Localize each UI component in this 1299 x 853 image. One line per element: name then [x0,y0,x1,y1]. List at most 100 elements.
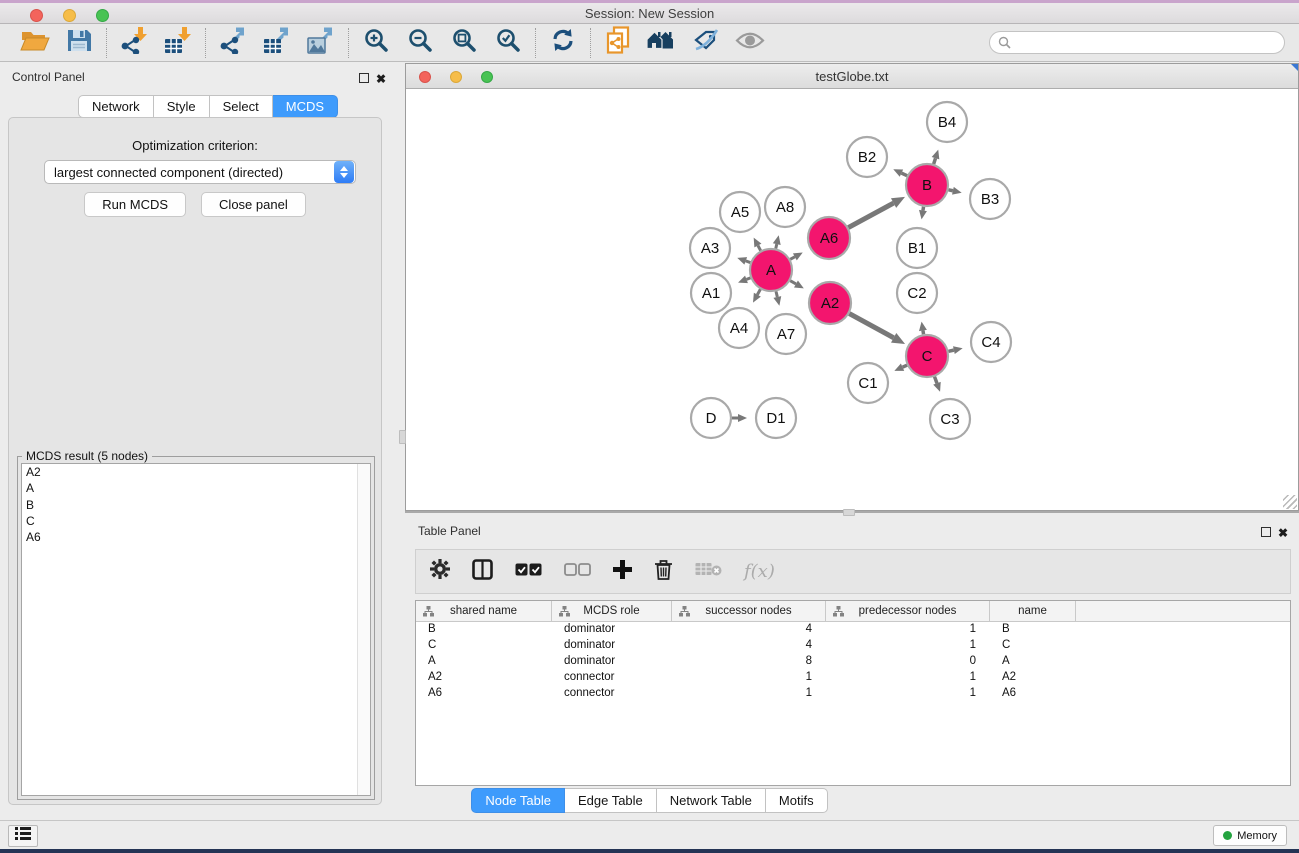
column-header-successor-nodes[interactable]: successor nodes [672,601,826,621]
function-builder-icon[interactable]: f(x) [744,561,775,582]
graph-edge-A-A3[interactable] [746,261,751,263]
table-cell[interactable]: 1 [826,686,990,702]
zoom-window-button[interactable] [96,9,109,22]
save-session-button[interactable] [60,27,98,59]
tab-node-table[interactable]: Node Table [471,788,565,813]
graph-edge-A-A1[interactable] [746,278,750,280]
table-panel-float-icon[interactable] [1261,527,1271,537]
delete-column-trash-icon[interactable] [654,559,673,585]
graph-edge-A6-B[interactable] [848,203,893,227]
table-cell[interactable]: C [416,638,552,654]
column-header-MCDS-role[interactable]: MCDS role [552,601,672,621]
tab-edge-table[interactable]: Edge Table [565,788,657,813]
result-item[interactable]: A6 [22,529,370,545]
table-cell[interactable]: A2 [416,670,552,686]
table-cell[interactable]: 1 [826,622,990,638]
table-header-row[interactable]: shared nameMCDS rolesuccessor nodesprede… [416,601,1290,622]
tab-select[interactable]: Select [210,95,273,118]
zoom-in-button[interactable] [357,27,395,59]
control-panel-float-icon[interactable] [359,73,369,83]
graph-edge-A-A2[interactable] [790,281,796,284]
export-image-button[interactable] [302,27,340,59]
show-graphics-details-button[interactable] [731,27,769,59]
import-network-button[interactable] [115,27,153,59]
add-column-icon[interactable] [613,560,632,584]
result-item[interactable]: C [22,513,370,529]
control-panel-close-icon[interactable]: ✖ [376,74,386,84]
table-cell[interactable]: dominator [552,654,672,670]
settings-gear-icon[interactable] [430,559,450,584]
table-cell[interactable]: A2 [990,670,1076,686]
table-cell[interactable]: C [990,638,1076,654]
result-item[interactable]: A2 [22,464,370,480]
task-history-button[interactable] [8,825,38,847]
divider-grip-vertical[interactable] [399,430,406,444]
table-cell[interactable]: 1 [826,638,990,654]
tab-mcds[interactable]: MCDS [273,95,338,118]
table-cell[interactable]: B [990,622,1076,638]
resize-grip-icon[interactable] [1283,495,1297,509]
memory-button[interactable]: Memory [1213,825,1287,846]
table-cell[interactable]: 8 [672,654,826,670]
close-panel-button[interactable]: Close panel [201,192,306,217]
import-table-button[interactable] [159,27,197,59]
table-cell[interactable]: connector [552,686,672,702]
tab-style[interactable]: Style [154,95,210,118]
graph-edge-B-B1[interactable] [923,207,924,211]
result-scrollbar[interactable] [357,464,370,795]
export-network-button[interactable] [214,27,252,59]
duplicate-network-button[interactable] [599,27,637,59]
graph-edge-A-A4[interactable] [757,289,760,294]
column-header-shared-name[interactable]: shared name [416,601,552,621]
table-row[interactable]: Bdominator41B [416,622,1290,638]
table-cell[interactable]: B [416,622,552,638]
network-graph[interactable]: B4B2BB3A8A5A6A3B1AA1C2A2A4A7C4CC1C3DD1 [406,90,1298,510]
tab-network[interactable]: Network [78,95,154,118]
delete-table-icon[interactable] [695,561,722,582]
table-cell[interactable]: 0 [826,654,990,670]
zoom-selected-button[interactable] [489,27,527,59]
table-cell[interactable]: dominator [552,638,672,654]
table-row[interactable]: A6connector11A6 [416,686,1290,702]
table-cell[interactable]: 1 [826,670,990,686]
table-cell[interactable]: A [416,654,552,670]
mcds-result-list[interactable]: A2ABCA6 [21,463,371,796]
table-cell[interactable]: connector [552,670,672,686]
hide-labels-button[interactable] [687,27,725,59]
select-all-icon[interactable] [515,563,542,581]
graph-edge-C-C1[interactable] [903,365,907,367]
column-visibility-icon[interactable] [472,559,493,585]
minimize-window-button[interactable] [63,9,76,22]
graph-edge-A-A6[interactable] [790,257,795,260]
table-cell[interactable]: A6 [990,686,1076,702]
column-header-predecessor-nodes[interactable]: predecessor nodes [826,601,990,621]
graph-edge-A-A5[interactable] [758,246,761,251]
network-window-titlebar[interactable]: testGlobe.txt [406,64,1298,89]
table-cell[interactable]: 4 [672,622,826,638]
table-cell[interactable]: 4 [672,638,826,654]
graph-edge-A2-C[interactable] [849,314,893,338]
tab-network-table[interactable]: Network Table [657,788,766,813]
divider-grip-horizontal[interactable] [843,509,855,516]
table-row[interactable]: Cdominator41C [416,638,1290,654]
graph-edge-A-A7[interactable] [776,291,777,297]
network-canvas[interactable]: B4B2BB3A8A5A6A3B1AA1C2A2A4A7C4CC1C3DD1 [406,90,1298,510]
run-mcds-button[interactable]: Run MCDS [84,192,186,217]
table-cell[interactable]: 1 [672,670,826,686]
graph-edge-C-C4[interactable] [948,350,953,351]
table-cell[interactable]: A [990,654,1076,670]
graph-edge-B-B2[interactable] [901,173,907,176]
home-button[interactable] [643,27,681,59]
table-cell[interactable]: 1 [672,686,826,702]
close-window-button[interactable] [30,9,43,22]
graph-edge-C-C2[interactable] [923,331,924,335]
refresh-button[interactable] [544,27,582,59]
table-row[interactable]: Adominator80A [416,654,1290,670]
result-item[interactable]: A [22,480,370,496]
table-cell[interactable]: dominator [552,622,672,638]
result-item[interactable]: B [22,497,370,513]
table-panel-close-icon[interactable]: ✖ [1278,528,1288,538]
graph-edge-B-B4[interactable] [934,158,936,164]
tab-motifs[interactable]: Motifs [766,788,828,813]
column-header-name[interactable]: name [990,601,1076,621]
